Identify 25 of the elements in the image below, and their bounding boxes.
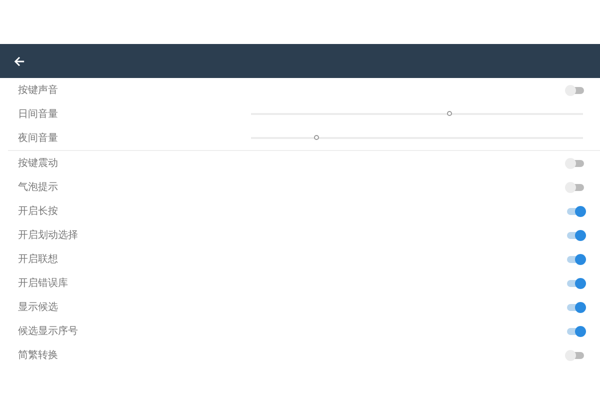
setting-label: 候选显示序号 [18, 324, 79, 338]
setting-label: 日间音量 [18, 108, 59, 121]
toggle-switch[interactable] [565, 278, 584, 288]
slider-thumb[interactable] [314, 134, 320, 140]
toggle-switch[interactable] [565, 254, 584, 264]
setting-label: 气泡提示 [18, 181, 59, 194]
setting-label: 简繁转换 [18, 349, 59, 362]
toggle-switch[interactable] [565, 302, 584, 312]
toggle-switch[interactable] [565, 206, 584, 216]
setting-label: 显示候选 [18, 300, 59, 314]
setting-label: 开启长按 [18, 204, 59, 218]
setting-label: 开启联想 [18, 252, 59, 266]
toggle-switch[interactable] [565, 230, 584, 240]
toggle-switch[interactable] [565, 326, 584, 336]
slider-thumb[interactable] [447, 110, 452, 116]
setting-label: 开启错误库 [18, 276, 69, 290]
setting-label: 按键声音 [18, 84, 59, 97]
toggle-switch[interactable] [565, 158, 584, 168]
back-arrow-icon[interactable] [14, 56, 25, 66]
toggle-switch[interactable] [565, 84, 584, 96]
setting-label: 夜间音量 [18, 132, 59, 145]
setting-label: 按键震动 [18, 156, 59, 170]
toggle-switch[interactable] [565, 182, 584, 192]
toggle-switch[interactable] [565, 350, 584, 360]
setting-label: 开启划动选择 [18, 228, 79, 242]
